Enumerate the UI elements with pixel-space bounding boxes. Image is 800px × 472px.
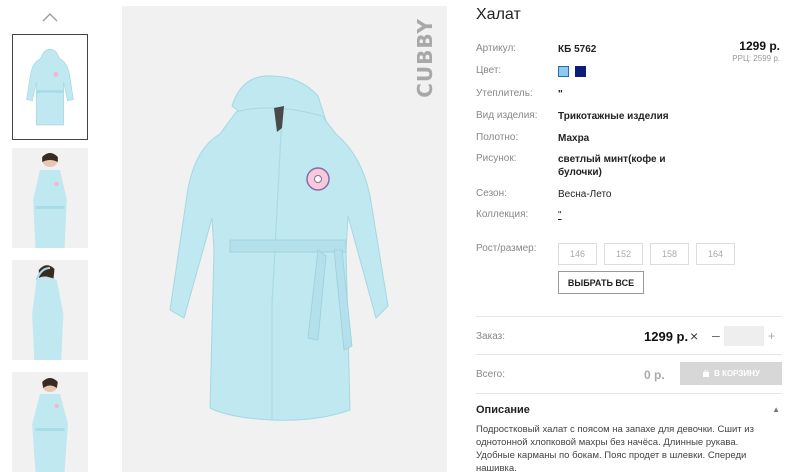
divider [476, 316, 782, 317]
attr-label: Цвет: [476, 65, 502, 76]
decrement-button[interactable]: – [712, 327, 720, 343]
total-value: 0 р. [644, 368, 665, 382]
attr-value: светлый минт(кофе и булочки) [558, 154, 666, 178]
attr-value: Весна-Лето [558, 189, 612, 200]
color-swatch-navy[interactable] [574, 65, 586, 77]
thumbnail-3[interactable] [12, 260, 88, 360]
thumbnail-1[interactable] [12, 34, 88, 140]
thumbnail-2[interactable] [12, 148, 88, 248]
attr-label: Артикул: [476, 43, 517, 54]
order-label: Заказ: [476, 331, 506, 342]
quantity-input[interactable] [724, 326, 764, 346]
product-details: Халат 1299 р. РРЦ: 2599 р. Артикул: КБ 5… [476, 0, 782, 472]
description-heading[interactable]: Описание [476, 404, 530, 416]
attr-label: Рисунок: [476, 153, 517, 164]
color-swatches [558, 65, 698, 78]
chevron-up-icon[interactable] [40, 8, 60, 28]
attr-label: Коллекция: [476, 209, 529, 220]
size-label: Рост/размер: [476, 243, 537, 254]
rrp-price: РРЦ: 2599 р. [732, 54, 780, 63]
order-price: 1299 р. [644, 329, 689, 344]
attr-value: Трикотажные изделия [558, 111, 669, 122]
select-all-button[interactable]: ВЫБРАТЬ ВСЕ [558, 271, 644, 294]
size-option[interactable]: 146 [558, 243, 597, 265]
attr-value: Махра [558, 133, 590, 144]
divider [476, 354, 782, 355]
description-text: Подростковый халат с поясом на запахе дл… [476, 424, 754, 472]
total-label: Всего: [476, 369, 505, 380]
divider [476, 393, 782, 394]
attr-label: Утеплитель: [476, 88, 533, 99]
attr-label: Полотно: [476, 132, 519, 143]
thumbnail-4[interactable] [12, 372, 88, 472]
attr-value: КБ 5762 [558, 44, 597, 55]
attr-value: " [558, 210, 562, 221]
size-option[interactable]: 164 [696, 243, 735, 265]
thumbnail-gallery [12, 0, 88, 472]
attr-label: Вид изделия: [476, 110, 538, 121]
page-title: Халат [476, 6, 521, 23]
product-price: 1299 р. [739, 39, 780, 53]
attr-label: Сезон: [476, 188, 507, 199]
add-to-cart-button[interactable]: В КОРЗИНУ [680, 362, 782, 385]
cart-button-label: В КОРЗИНУ [714, 369, 760, 378]
attr-value: " [558, 89, 563, 100]
main-product-image: CUBBY [122, 6, 447, 472]
brand-logo: CUBBY [413, 18, 437, 98]
size-option[interactable]: 152 [604, 243, 643, 265]
size-option[interactable]: 158 [650, 243, 689, 265]
remove-icon[interactable]: × [690, 328, 698, 344]
cart-icon [703, 369, 710, 377]
increment-button[interactable]: + [768, 329, 775, 343]
donut-patch-icon [306, 167, 330, 191]
collapse-icon[interactable]: ▲ [772, 405, 780, 414]
color-swatch-light-blue[interactable] [558, 65, 569, 77]
